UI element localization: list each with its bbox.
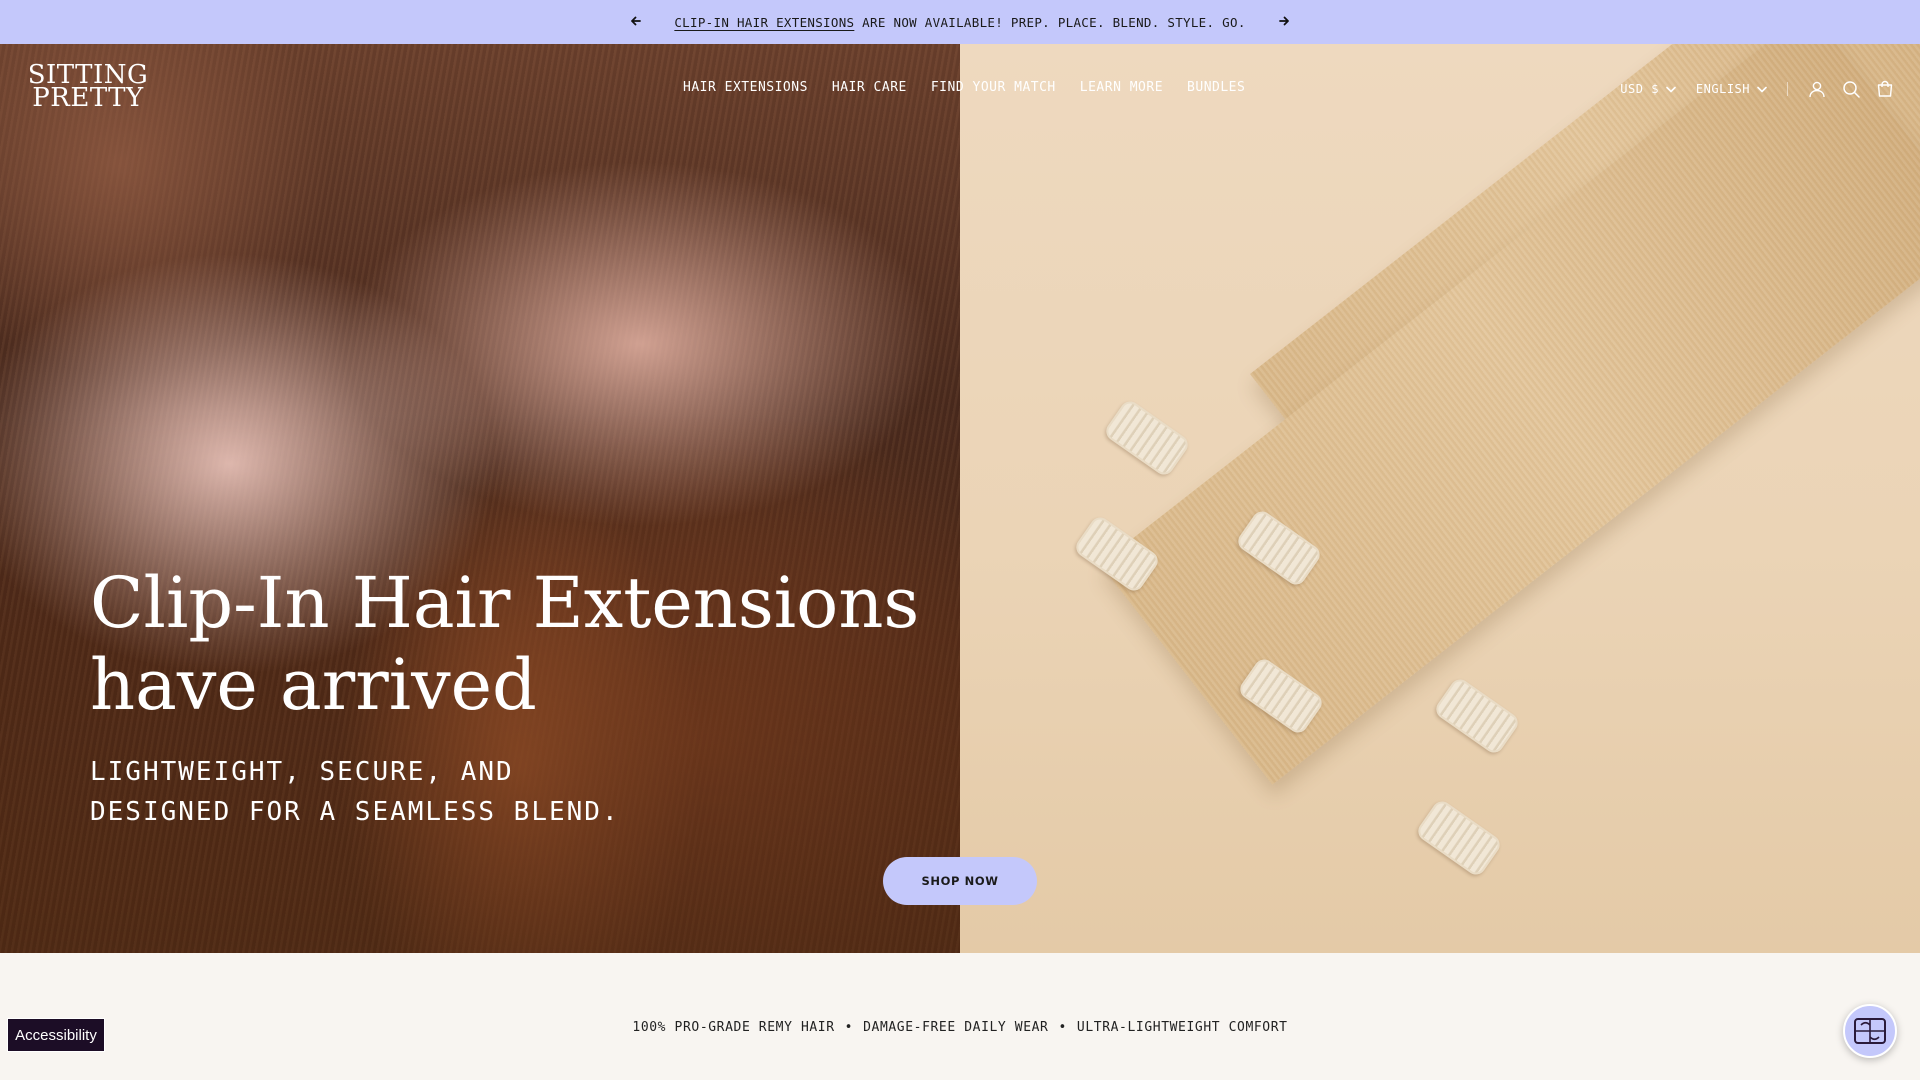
cart-button[interactable]: [1874, 78, 1896, 100]
account-icon: [1809, 81, 1825, 98]
header-utilities: USD $ ENGLISH: [1620, 78, 1896, 100]
feature-item: 100% PRO-GRADE REMY HAIR: [632, 1020, 835, 1035]
hair-weft: [1100, 44, 1920, 785]
hair-clip: [1432, 675, 1522, 757]
chevron-down-icon: [1757, 86, 1767, 92]
announcement-prev-button[interactable]: [626, 11, 646, 31]
accessibility-button[interactable]: Accessibility: [7, 1018, 105, 1052]
announcement-next-button[interactable]: [1274, 11, 1294, 31]
nav-item-learn-more[interactable]: LEARN MORE: [1080, 80, 1163, 95]
nav-item-find-your-match[interactable]: FIND YOUR MATCH: [931, 80, 1056, 95]
nav-item-hair-care[interactable]: HAIR CARE: [832, 80, 907, 95]
hero-subtitle: LIGHTWEIGHT, SECURE, AND DESIGNED FOR A …: [90, 752, 810, 832]
hair-clip: [1414, 797, 1504, 879]
feature-strip: 100% PRO-GRADE REMY HAIR • DAMAGE-FREE DAI…: [0, 1020, 1920, 1035]
hero-title: Clip-In Hair Extensions have arrived: [90, 562, 950, 726]
hero-image-clip-in-wefts: [960, 44, 1920, 953]
nav-item-hair-extensions[interactable]: HAIR EXTENSIONS: [683, 80, 808, 95]
arrow-left-icon: [631, 16, 641, 26]
announcement-link[interactable]: CLIP-IN HAIR EXTENSIONS: [674, 15, 854, 30]
feature-separator: •: [844, 1020, 854, 1035]
hero-title-line-2: have arrived: [90, 644, 537, 726]
logo-line-2: PRETTY: [32, 83, 144, 113]
feature-item: DAMAGE-FREE DAILY WEAR: [863, 1020, 1049, 1035]
header-divider: [1787, 82, 1788, 96]
search-icon: [1843, 81, 1860, 98]
main-navigation: HAIR EXTENSIONS HAIR CARE FIND YOUR MATC…: [683, 80, 1245, 95]
chat-widget-icon: [1854, 1018, 1886, 1044]
language-selector[interactable]: ENGLISH: [1696, 82, 1767, 96]
account-button[interactable]: [1806, 78, 1828, 100]
hero-subtitle-line-1: LIGHTWEIGHT, SECURE, AND: [90, 757, 514, 787]
chat-widget-button[interactable]: [1843, 1004, 1897, 1058]
announcement-text: CLIP-IN HAIR EXTENSIONS ARE NOW AVAILABL…: [674, 15, 1245, 30]
hair-clip: [1102, 397, 1192, 479]
hero-title-line-1: Clip-In Hair Extensions: [90, 562, 920, 644]
feature-item: ULTRA-LIGHTWEIGHT COMFORT: [1076, 1020, 1288, 1035]
announcement-message: ARE NOW AVAILABLE! PREP. PLACE. BLEND. S…: [854, 14, 1246, 30]
site-logo[interactable]: SITTING PRETTY: [26, 62, 150, 113]
currency-label: USD $: [1620, 82, 1659, 96]
currency-selector[interactable]: USD $: [1620, 82, 1676, 96]
search-button[interactable]: [1840, 78, 1862, 100]
hero-subtitle-line-2: DESIGNED FOR A SEAMLESS BLEND.: [90, 797, 620, 827]
announcement-bar: CLIP-IN HAIR EXTENSIONS ARE NOW AVAILABL…: [0, 0, 1920, 44]
cart-icon: [1877, 80, 1893, 97]
language-label: ENGLISH: [1695, 82, 1750, 96]
nav-item-bundles[interactable]: BUNDLES: [1187, 80, 1245, 95]
chevron-down-icon: [1666, 86, 1676, 92]
arrow-right-icon: [1279, 16, 1289, 26]
shop-now-button[interactable]: SHOP NOW: [883, 857, 1037, 905]
feature-separator: •: [1058, 1020, 1067, 1035]
